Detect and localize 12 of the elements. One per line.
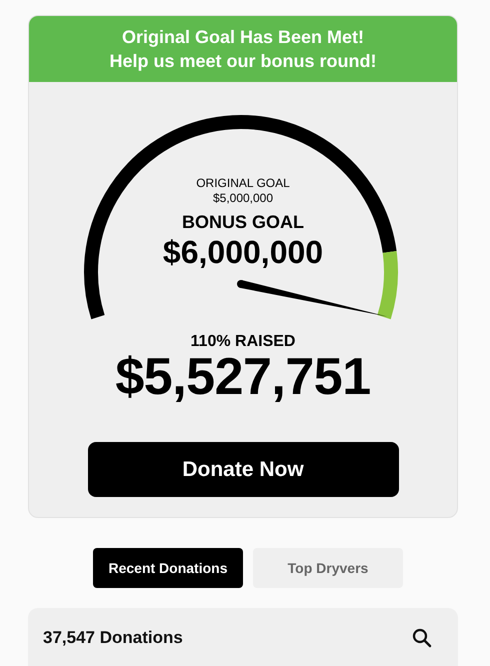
bonus-goal-label: BONUS GOAL: [182, 212, 304, 233]
donate-button[interactable]: Donate Now: [88, 442, 398, 497]
original-goal-amount: $5,000,000: [212, 191, 274, 205]
search-icon[interactable]: [412, 628, 432, 648]
donation-count: 37,547 Donations: [43, 628, 183, 648]
tab[interactable]: Top Dryvers: [253, 548, 403, 588]
banner-text: Help us meet our bonus round!: [109, 51, 376, 72]
bonus-arc: [377, 251, 398, 319]
original-goal-label: ORIGINAL GOAL: [196, 176, 290, 190]
banner-text: Original Goal Has Been Met!: [122, 27, 364, 48]
bonus-goal-amount: $6,000,000: [162, 234, 324, 271]
tab[interactable]: Recent Donations: [93, 548, 243, 588]
